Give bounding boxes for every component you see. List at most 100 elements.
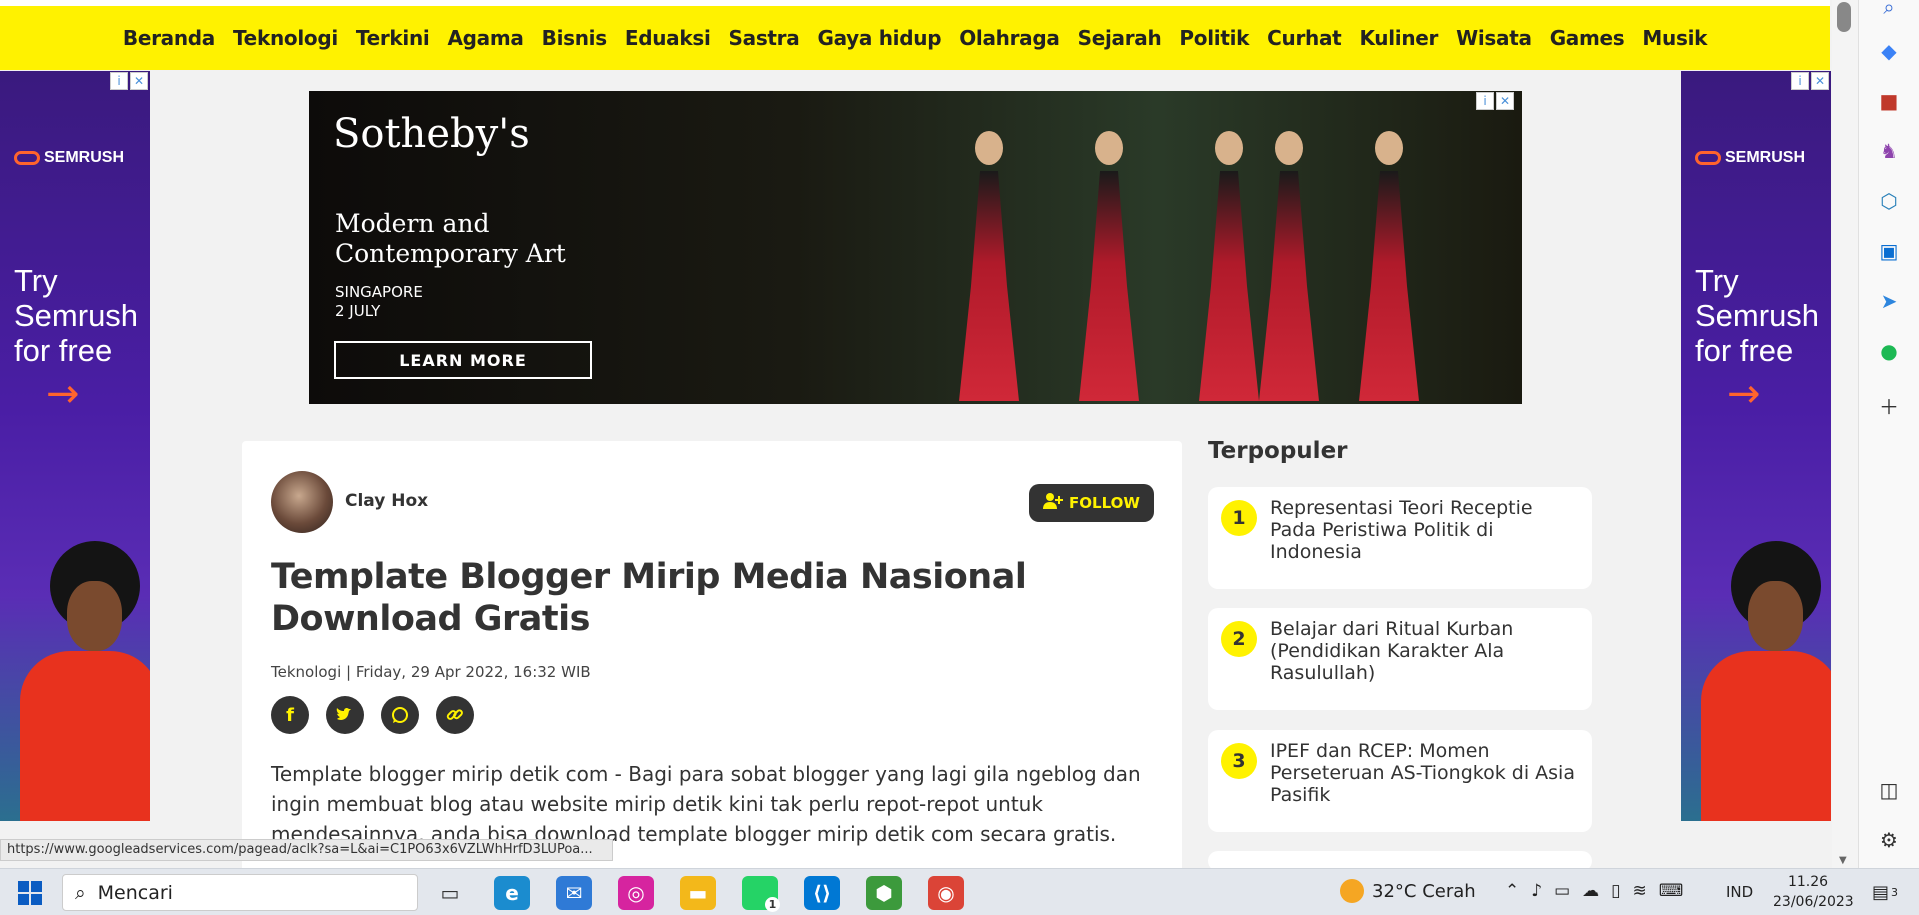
weather-widget[interactable]: 32°C Cerah: [1340, 879, 1476, 903]
scrollbar-thumb[interactable]: [1837, 2, 1851, 32]
link-icon[interactable]: [436, 696, 474, 734]
weather-sun-icon: [1340, 879, 1364, 903]
volume-icon[interactable]: ♪: [1531, 881, 1542, 901]
ad-info-icon[interactable]: i: [110, 72, 128, 90]
nav-item-teknologi[interactable]: Teknologi: [224, 26, 347, 50]
left-side-ad[interactable]: i ✕ SEMRUSH Try Semrush for free →: [0, 71, 150, 821]
ad-info-icon[interactable]: i: [1476, 92, 1494, 110]
ad-close-icon[interactable]: ✕: [1496, 92, 1514, 110]
arrow-right-icon: →: [46, 371, 80, 417]
keyboard-icon[interactable]: ⌨: [1659, 881, 1684, 901]
nav-item-agama[interactable]: Agama: [438, 26, 532, 50]
whatsapp-badge: 1: [765, 897, 780, 912]
facebook-icon[interactable]: f: [271, 696, 309, 734]
popular-item[interactable]: 3 IPEF dan RCEP: Momen Perseteruan AS-Ti…: [1208, 730, 1592, 832]
notification-icon[interactable]: ▤ 3: [1870, 877, 1900, 907]
clock-time: 11.26: [1787, 874, 1829, 890]
category-nav: Beranda Teknologi Terkini Agama Bisnis E…: [0, 6, 1830, 70]
learn-more-button[interactable]: LEARN MORE: [334, 341, 592, 379]
ad-location-city: SINGAPORE: [335, 283, 423, 301]
nav-item-olahraga[interactable]: Olahraga: [950, 26, 1068, 50]
painting-figure: [1069, 131, 1149, 401]
nav-item-terkini[interactable]: Terkini: [347, 26, 439, 50]
status-bar-url: https://www.googleadservices.com/pagead/…: [0, 839, 613, 861]
notification-badge: 3: [1891, 885, 1898, 899]
article-body: Template blogger mirip detik com - Bagi …: [271, 762, 1141, 846]
tray-chevron-up-icon[interactable]: ⌃: [1505, 881, 1519, 901]
settings-gear-icon[interactable]: ⚙: [1874, 825, 1904, 855]
nav-item-beranda[interactable]: Beranda: [114, 26, 224, 50]
edge-browser-icon[interactable]: e: [494, 876, 530, 910]
system-tray: ⌃ ♪ ▭ ☁ ▯ ≋ ⌨: [1505, 881, 1683, 901]
vscode-icon[interactable]: ⟨⟩: [804, 876, 840, 910]
nav-item-gaya-hidup[interactable]: Gaya hidup: [808, 26, 950, 50]
onedrive-icon[interactable]: ☁: [1582, 881, 1599, 901]
ad-close-icon[interactable]: ✕: [1811, 72, 1829, 90]
task-view-icon[interactable]: ▭: [432, 876, 468, 910]
nav-item-kuliner[interactable]: Kuliner: [1350, 26, 1447, 50]
device-icon[interactable]: ▯: [1611, 881, 1620, 901]
clock[interactable]: 11.26 23/06/2023: [1773, 872, 1854, 912]
ad-info-icon[interactable]: i: [1791, 72, 1809, 90]
twitter-icon[interactable]: [326, 696, 364, 734]
sidebar-toggle-icon[interactable]: ◫: [1874, 775, 1904, 805]
ad-controls: i ✕: [110, 72, 148, 90]
battery-icon[interactable]: ▭: [1554, 881, 1570, 901]
share-buttons: f: [271, 696, 474, 734]
search-icon[interactable]: ⌕: [1874, 0, 1904, 22]
nav-item-games[interactable]: Games: [1541, 26, 1634, 50]
nav-item-sastra[interactable]: Sastra: [720, 26, 809, 50]
arrow-right-icon: →: [1727, 371, 1761, 417]
author-name[interactable]: Clay Hox: [345, 491, 428, 511]
nav-item-wisata[interactable]: Wisata: [1447, 26, 1541, 50]
chess-icon[interactable]: ♞: [1874, 136, 1904, 166]
right-side-ad[interactable]: i ✕ SEMRUSH Try Semrush for free →: [1681, 71, 1831, 821]
semrush-flame-icon: [14, 151, 40, 165]
nav-item-musik[interactable]: Musik: [1633, 26, 1716, 50]
page-scrollbar[interactable]: ▼: [1832, 0, 1858, 868]
nav-item-curhat[interactable]: Curhat: [1258, 26, 1350, 50]
nav-item-politik[interactable]: Politik: [1170, 26, 1258, 50]
scroll-down-icon[interactable]: ▼: [1839, 855, 1847, 866]
whatsapp-app-icon[interactable]: 1: [742, 876, 780, 912]
popular-item-title[interactable]: Belajar dari Ritual Kurban (Pendidikan K…: [1270, 618, 1580, 684]
popular-item[interactable]: 1 Representasi Teori Receptie Pada Peris…: [1208, 487, 1592, 589]
outlook-icon[interactable]: ▣: [1874, 236, 1904, 266]
notification-glyph: ▤: [1871, 881, 1889, 903]
ad-headline: Try Semrush for free: [14, 263, 139, 368]
copilot-icon[interactable]: ⬡: [1874, 186, 1904, 216]
whatsapp-icon[interactable]: [381, 696, 419, 734]
banner-ad[interactable]: i ✕ Sotheby's Modern and Contemporary Ar…: [309, 91, 1522, 404]
minecraft-icon[interactable]: ⬢: [866, 876, 902, 910]
popular-item[interactable]: 2 Belajar dari Ritual Kurban (Pendidikan…: [1208, 608, 1592, 710]
windows-start-icon[interactable]: [18, 881, 42, 905]
chrome-icon[interactable]: ◉: [928, 876, 964, 910]
follow-button[interactable]: FOLLOW: [1029, 484, 1154, 522]
author-avatar[interactable]: [271, 471, 333, 533]
tag-icon[interactable]: ◆: [1874, 36, 1904, 66]
ad-person-image: [20, 531, 150, 821]
ad-close-icon[interactable]: ✕: [130, 72, 148, 90]
ad-controls: i ✕: [1791, 72, 1829, 90]
ad-subtitle: Modern and Contemporary Art: [335, 209, 566, 268]
file-explorer-icon[interactable]: ▬: [680, 876, 716, 910]
wifi-icon[interactable]: ≋: [1633, 881, 1647, 901]
spotify-icon[interactable]: ●: [1874, 336, 1904, 366]
briefcase-icon[interactable]: ■: [1874, 86, 1904, 116]
instagram-icon[interactable]: ◎: [618, 876, 654, 910]
nav-item-eduaksi[interactable]: Eduaksi: [616, 26, 720, 50]
language-indicator[interactable]: IND: [1726, 883, 1753, 901]
send-icon[interactable]: ➤: [1874, 286, 1904, 316]
nav-item-bisnis[interactable]: Bisnis: [533, 26, 616, 50]
popular-item-title[interactable]: IPEF dan RCEP: Momen Perseteruan AS-Tion…: [1270, 740, 1580, 806]
mail-icon[interactable]: ✉: [556, 876, 592, 910]
popular-sidebar: Terpopuler 1 Representasi Teori Receptie…: [1208, 438, 1592, 871]
ad-location: SINGAPORE 2 JULY: [335, 283, 535, 321]
semrush-logo: SEMRUSH: [14, 149, 124, 167]
popular-item-title[interactable]: Representasi Teori Receptie Pada Peristi…: [1270, 497, 1580, 563]
add-icon[interactable]: ＋: [1874, 390, 1904, 420]
article-title: Template Blogger Mirip Media Nasional Do…: [271, 557, 1027, 639]
nav-item-sejarah[interactable]: Sejarah: [1069, 26, 1171, 50]
follow-label: FOLLOW: [1069, 494, 1140, 512]
taskbar-search-box[interactable]: ⌕ Mencari: [62, 874, 418, 911]
